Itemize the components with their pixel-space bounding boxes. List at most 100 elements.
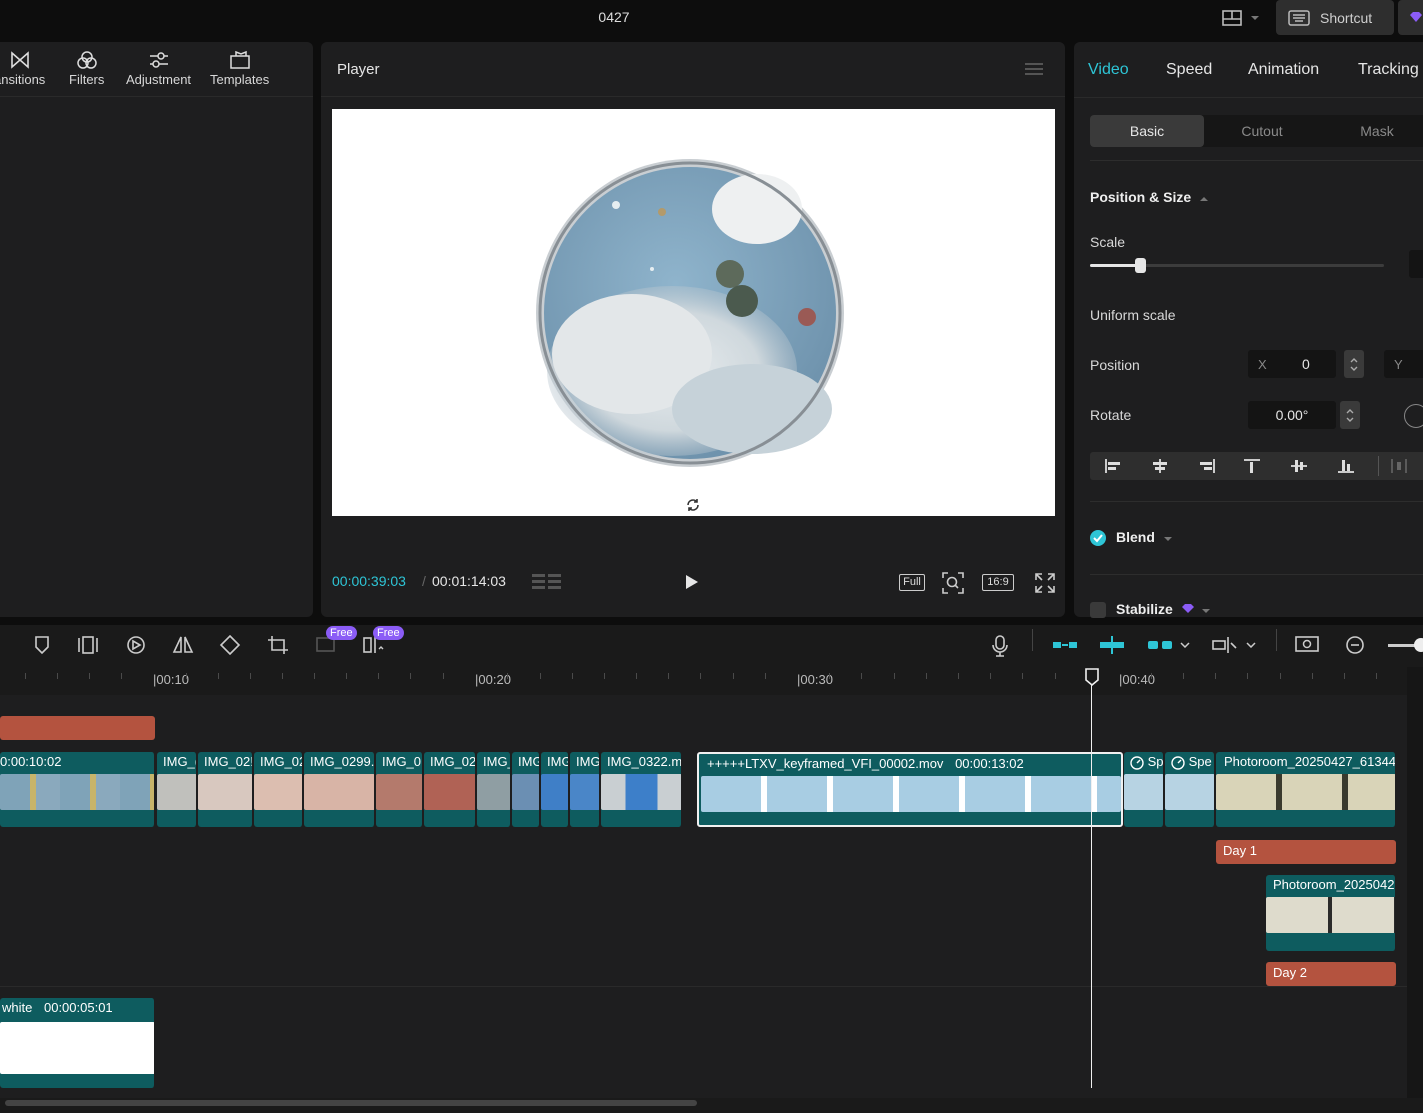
menu-icon[interactable] [1025, 62, 1043, 76]
timecode-toggle-icon[interactable] [532, 572, 562, 592]
timeline-ruler[interactable]: |00:10 |00:20 |00:30 |00:40 [0, 667, 1407, 695]
fullscreen-icon[interactable] [1035, 573, 1055, 593]
white-clip[interactable]: white 00:00:05:01 [0, 998, 155, 1088]
tab-filters[interactable]: Filters [69, 50, 104, 87]
timeline-scrollbar[interactable] [0, 1098, 1423, 1113]
ruler-label: |00:40 [1119, 672, 1155, 687]
aspect-ratio-button[interactable]: 16:9 [982, 574, 1014, 591]
video-clip[interactable]: IMG [512, 752, 540, 827]
video-clip[interactable]: Sp [1124, 752, 1164, 827]
text-clip-day-1[interactable]: Day 1 [1216, 840, 1396, 864]
video-clip[interactable]: IMG [541, 752, 569, 827]
playhead-handle[interactable] [1085, 668, 1099, 686]
video-canvas[interactable] [332, 109, 1055, 516]
chevron-down-icon[interactable] [1180, 642, 1190, 648]
layout-button[interactable] [1222, 7, 1268, 29]
section-title-text: Position & Size [1090, 189, 1192, 205]
full-quality-button[interactable]: Full [899, 574, 925, 591]
link-icon[interactable] [1147, 639, 1173, 651]
marker-icon[interactable] [32, 635, 52, 655]
tab-animation[interactable]: Animation [1248, 61, 1319, 79]
tab-templates[interactable]: Templates [210, 50, 269, 87]
text-clip[interactable] [0, 716, 155, 740]
align-left-icon[interactable] [1104, 458, 1122, 474]
freeze-frame-icon[interactable] [77, 635, 99, 655]
tab-video[interactable]: Video [1088, 61, 1129, 79]
rotate-icon[interactable] [219, 635, 241, 655]
zoom-fit-icon[interactable] [942, 572, 964, 594]
shortcut-button[interactable]: Shortcut [1276, 0, 1394, 35]
clip-thumbnails [1266, 897, 1395, 933]
playhead-line[interactable] [1091, 683, 1092, 1088]
video-clip[interactable]: IMG_02 [254, 752, 303, 827]
scrollbar-thumb[interactable] [5, 1100, 697, 1106]
video-clip[interactable]: IMG_0322.m [601, 752, 682, 827]
chevron-down-icon[interactable] [1163, 536, 1173, 542]
uniform-scale-label: Uniform scale [1090, 307, 1176, 323]
align-right-icon[interactable] [1198, 458, 1216, 474]
scale-slider-handle[interactable] [1134, 258, 1146, 273]
rotate-dial[interactable] [1404, 404, 1423, 428]
tab-adjustment[interactable]: Adjustment [126, 50, 191, 87]
align-center-v-icon[interactable] [1290, 458, 1308, 474]
overlay-clip[interactable]: Photoroom_2025042 [1266, 875, 1396, 951]
clip-label: Sp [1130, 754, 1163, 770]
tick [1247, 673, 1248, 679]
main-track-magnet-icon[interactable] [1052, 639, 1078, 651]
speed-icon [1171, 755, 1185, 770]
scale-value-field[interactable] [1409, 250, 1423, 278]
position-y-field[interactable]: Y [1384, 350, 1423, 378]
align-top-icon[interactable] [1243, 458, 1261, 474]
scale-slider-track[interactable] [1090, 258, 1384, 273]
video-clip[interactable]: IMG_( [157, 752, 197, 827]
reverse-icon[interactable] [125, 635, 147, 655]
align-bottom-icon[interactable] [1337, 458, 1355, 474]
divider [1090, 501, 1423, 502]
video-clip[interactable]: IMG_0: [376, 752, 423, 827]
clip-label: IMG_02! [204, 754, 252, 769]
zoom-slider-handle[interactable] [1414, 638, 1423, 652]
stabilize-checkbox[interactable] [1090, 602, 1106, 618]
align-center-h-icon[interactable] [1151, 458, 1169, 474]
tick [861, 673, 862, 679]
crop-icon[interactable] [267, 635, 289, 655]
position-x-field[interactable]: X 0 [1248, 350, 1336, 378]
split-icon[interactable] [0, 635, 4, 655]
text-clip-day-2[interactable]: Day 2 [1266, 962, 1396, 986]
distribute-icon[interactable] [1390, 458, 1408, 474]
snap-icon[interactable] [1099, 635, 1125, 655]
rotate-field[interactable]: 0.00° [1248, 401, 1336, 429]
video-clip[interactable]: IMG_02 [424, 752, 476, 827]
chevron-down-icon[interactable] [1246, 642, 1256, 648]
clip-duration: 00:00:05:01 [43, 1000, 113, 1015]
section-title[interactable]: Position & Size [1090, 189, 1209, 205]
zoom-out-icon[interactable] [1345, 635, 1367, 655]
mirror-icon[interactable] [172, 635, 194, 655]
video-clip[interactable]: IMG [570, 752, 600, 827]
subtab-basic[interactable]: Basic [1090, 115, 1204, 147]
position-x-stepper[interactable] [1344, 350, 1364, 378]
selected-video-clip[interactable]: +++++LTXV_keyframed_VFI_00002.mov 00:00:… [697, 752, 1123, 827]
video-clip[interactable]: IMG_02! [198, 752, 253, 827]
video-clip[interactable]: 0:00:10:02 [0, 752, 155, 827]
rotate-stepper[interactable] [1340, 401, 1360, 429]
video-clip[interactable]: IMG_ [477, 752, 511, 827]
rotate-handle-icon[interactable] [685, 497, 701, 513]
chevron-down-icon[interactable] [1201, 608, 1211, 614]
subtab-cutout[interactable]: Cutout [1205, 115, 1319, 147]
y-axis-label: Y [1394, 356, 1403, 372]
premium-button[interactable] [1398, 0, 1423, 35]
tick [1151, 673, 1152, 679]
video-clip[interactable]: Spe [1165, 752, 1215, 827]
microphone-icon[interactable] [990, 635, 1010, 657]
preview-axis-icon[interactable] [1212, 635, 1238, 655]
zoom-to-fit-icon[interactable] [1295, 635, 1319, 655]
tab-speed[interactable]: Speed [1166, 61, 1212, 79]
tab-tracking[interactable]: Tracking [1358, 61, 1419, 79]
video-clip[interactable]: Photoroom_20250427_61344 [1216, 752, 1396, 827]
video-clip[interactable]: IMG_0299. [304, 752, 375, 827]
blend-checkbox[interactable] [1090, 530, 1106, 546]
subtab-mask[interactable]: Mask [1320, 115, 1423, 147]
tab-transitions[interactable]: ansitions [0, 50, 45, 87]
play-button[interactable] [685, 574, 699, 590]
